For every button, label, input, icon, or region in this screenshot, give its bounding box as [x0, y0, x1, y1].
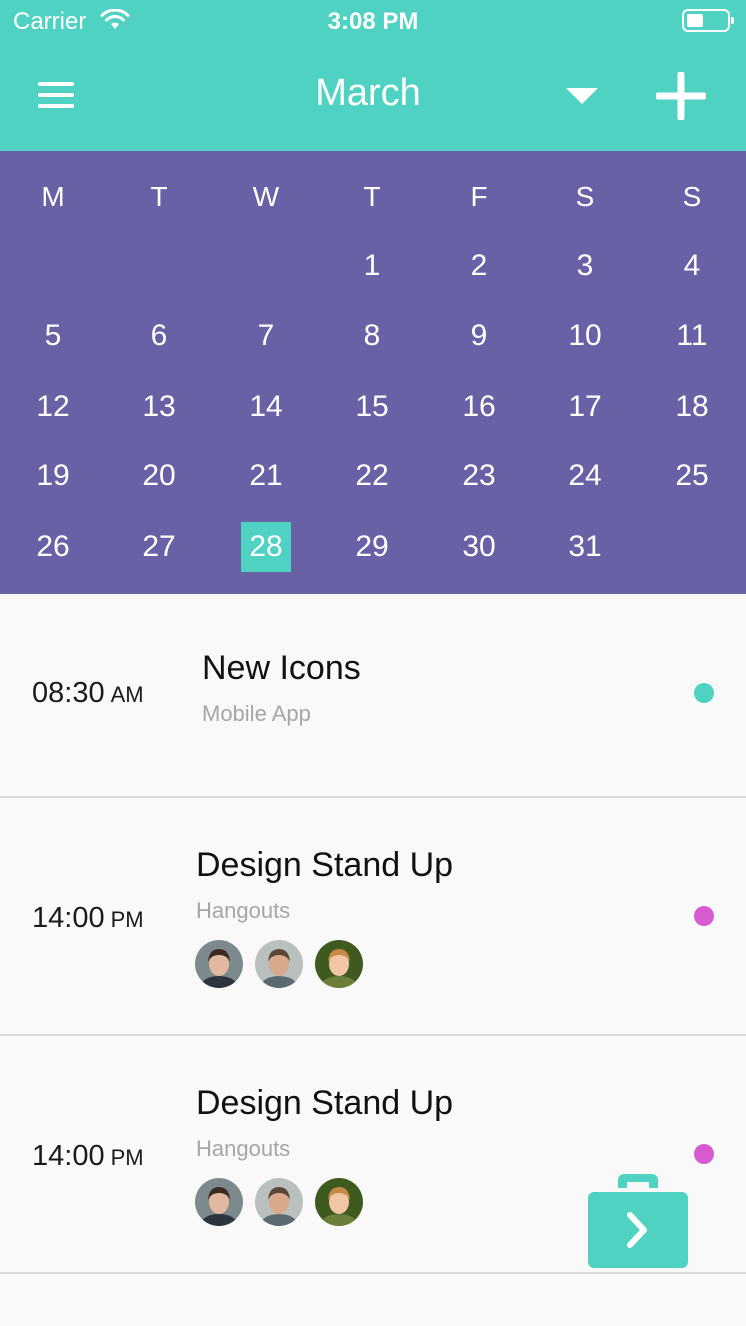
caret-down-icon[interactable]: [566, 88, 598, 106]
event-time: 14:00 PM: [32, 902, 144, 935]
event-row[interactable]: 08:30 AM New Icons Mobile App: [0, 594, 746, 798]
attendee-avatar[interactable]: [255, 1178, 303, 1226]
plus-icon[interactable]: [656, 72, 706, 120]
event-title: New Icons: [202, 649, 361, 687]
event-time: 08:30 AM: [32, 677, 144, 710]
weekday-label: S: [575, 181, 595, 212]
attendee-avatar[interactable]: [315, 1178, 363, 1226]
event-time-value: 08:30: [32, 677, 105, 709]
attendee-avatar[interactable]: [195, 1178, 243, 1226]
status-time: 3:08 PM: [327, 8, 419, 35]
event-title: Design Stand Up: [196, 1084, 454, 1122]
calendar-day[interactable]: 18: [639, 387, 745, 427]
calendar-day[interactable]: 17: [532, 387, 638, 427]
attendee-avatar[interactable]: [315, 940, 363, 988]
calendar-day[interactable]: 14: [213, 387, 319, 427]
weekday-label: T: [150, 181, 168, 212]
calendar-day[interactable]: 5: [0, 316, 106, 356]
calendar-day[interactable]: 11: [639, 316, 745, 356]
calendar-day[interactable]: 22: [319, 456, 425, 496]
weekday-label: W: [252, 181, 280, 212]
calendar-day[interactable]: 21: [213, 456, 319, 496]
event-time-ampm: AM: [110, 682, 144, 707]
calendar-day[interactable]: 26: [0, 527, 106, 567]
calendar-day[interactable]: 2: [426, 246, 532, 286]
event-subtitle: Hangouts: [196, 1136, 291, 1161]
attendee-avatar[interactable]: [195, 940, 243, 988]
app-header: Carrier 3:08 PM March: [0, 0, 746, 151]
event-status-dot: [694, 906, 714, 926]
calendar-day[interactable]: 7: [213, 316, 319, 356]
event-title: Design Stand Up: [196, 846, 454, 884]
calendar-day[interactable]: 10: [532, 316, 638, 356]
calendar-day[interactable]: 6: [106, 316, 212, 356]
event-subtitle: Hangouts: [196, 898, 291, 923]
calendar-day[interactable]: 20: [106, 456, 212, 496]
calendar-day[interactable]: 8: [319, 316, 425, 356]
weekday-label: F: [470, 181, 488, 212]
event-time: 14:00 PM: [32, 1140, 144, 1173]
calendar-day[interactable]: 31: [532, 527, 638, 567]
calendar-day[interactable]: 4: [639, 246, 745, 286]
battery-icon: [682, 9, 734, 32]
month-title[interactable]: March: [268, 72, 468, 115]
briefcase-arrow-icon[interactable]: [588, 1174, 688, 1268]
weekday-label: T: [363, 181, 381, 212]
event-time-value: 14:00: [32, 1140, 105, 1172]
calendar-day-selected[interactable]: 28: [213, 527, 319, 567]
weekday-label: S: [682, 181, 702, 212]
calendar-day[interactable]: 27: [106, 527, 212, 567]
event-row[interactable]: 14:00 PM Design Stand Up Hangouts: [0, 798, 746, 1036]
calendar-day[interactable]: 15: [319, 387, 425, 427]
month-calendar: M T W T F S S 1 2 3 4 5 6 7 8 9 10 11 12 13 14 15 16 17 18 19 20 21…: [0, 151, 746, 594]
weekday-label: M: [41, 181, 65, 212]
status-bar: Carrier 3:08 PM: [0, 0, 746, 42]
event-time-value: 14:00: [32, 902, 105, 934]
hamburger-menu-icon[interactable]: [38, 82, 74, 110]
event-status-dot: [694, 683, 714, 703]
calendar-day[interactable]: 29: [319, 527, 425, 567]
event-subtitle: Mobile App: [202, 701, 311, 726]
calendar-day[interactable]: 13: [106, 387, 212, 427]
attendee-avatar[interactable]: [255, 940, 303, 988]
calendar-day[interactable]: 24: [532, 456, 638, 496]
calendar-day[interactable]: 23: [426, 456, 532, 496]
calendar-day[interactable]: 3: [532, 246, 638, 286]
calendar-day[interactable]: 12: [0, 387, 106, 427]
event-time-ampm: PM: [110, 1145, 144, 1170]
calendar-day[interactable]: 19: [0, 456, 106, 496]
event-time-ampm: PM: [110, 907, 144, 932]
event-status-dot: [694, 1144, 714, 1164]
calendar-day[interactable]: 9: [426, 316, 532, 356]
calendar-day[interactable]: 25: [639, 456, 745, 496]
calendar-day[interactable]: 30: [426, 527, 532, 567]
calendar-day[interactable]: 16: [426, 387, 532, 427]
calendar-day[interactable]: 1: [319, 246, 425, 286]
